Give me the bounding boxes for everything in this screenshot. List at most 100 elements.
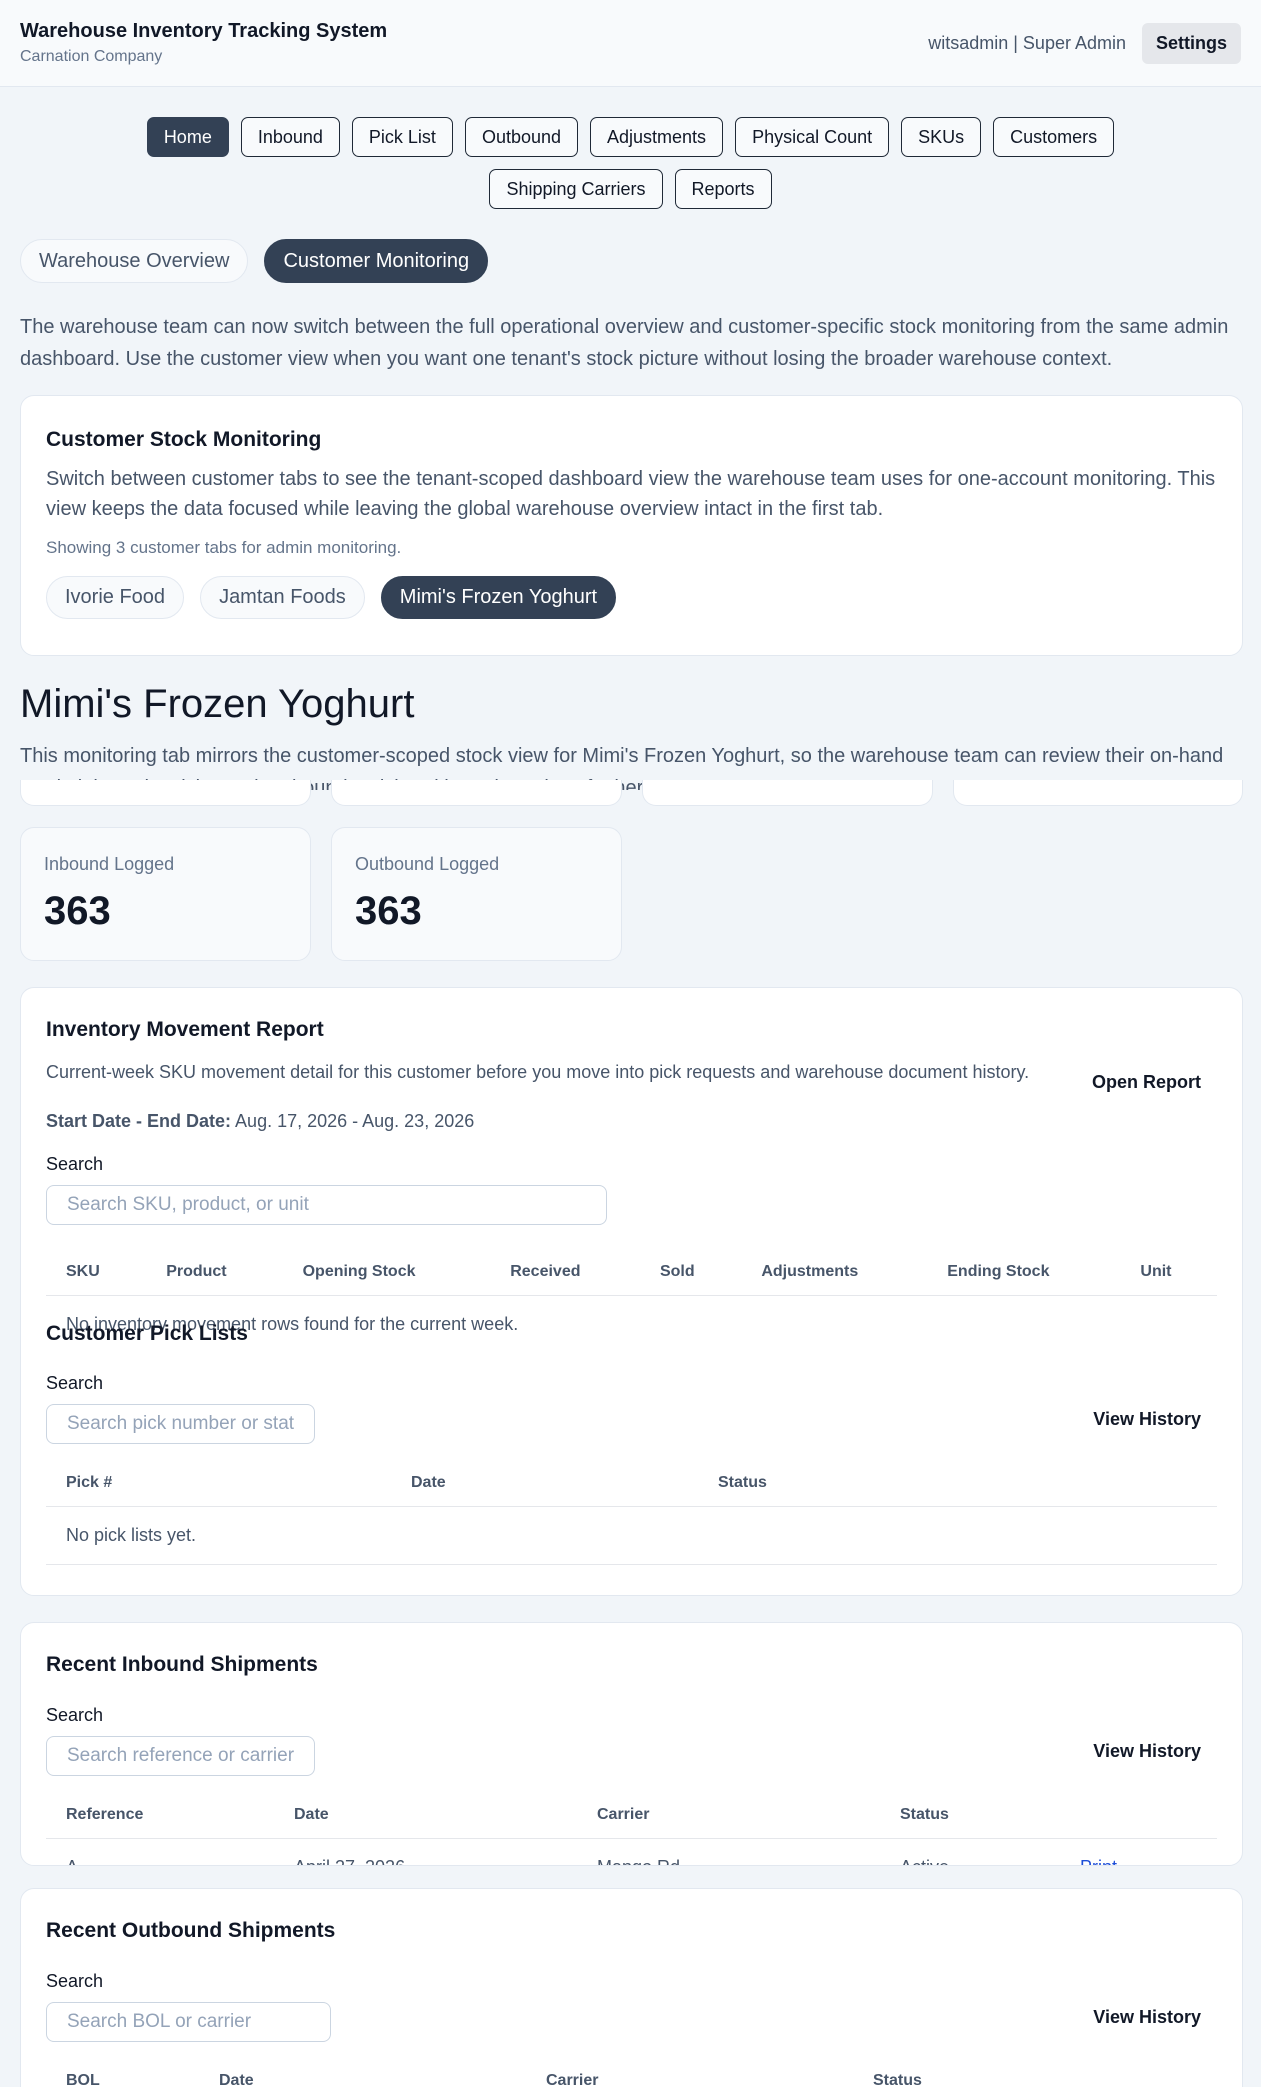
col-received: Received (490, 1249, 640, 1296)
stat-card-stub (20, 780, 311, 806)
tab-customer-monitoring[interactable]: Customer Monitoring (264, 239, 489, 283)
outbound-view-history-link[interactable]: View History (1093, 2007, 1201, 2028)
stat-label: Outbound Logged (355, 854, 500, 874)
nav-shipping-carriers[interactable]: Shipping Carriers (489, 169, 663, 209)
header-right: witsadmin | Super Admin Settings (928, 22, 1241, 64)
outbound-table: BOL Date Carrier Status (46, 2058, 1217, 2087)
stat-card-stub (953, 780, 1243, 806)
col-status: Status (880, 1792, 1060, 1839)
customer-tabs: Ivorie Food Jamtan Foods Mimi's Frozen Y… (46, 576, 1217, 619)
table-header-row: Reference Date Carrier Status (46, 1792, 1217, 1839)
csm-meta: Showing 3 customer tabs for admin monito… (46, 538, 402, 557)
col-date: Date (274, 1792, 577, 1839)
col-status: Status (853, 2058, 1217, 2087)
customer-tab-jamtan-foods[interactable]: Jamtan Foods (200, 576, 365, 619)
recent-inbound-card: Recent Inbound Shipments Search View His… (20, 1622, 1243, 1866)
recent-outbound-card: Recent Outbound Shipments Search View Hi… (20, 1888, 1243, 2087)
intro-text: The warehouse team can now switch betwee… (20, 316, 1229, 370)
stat-card-stub (642, 780, 933, 806)
picklists-table: Pick # Date Status No pick lists yet. (46, 1460, 1217, 1565)
col-reference: Reference (46, 1792, 274, 1839)
table-row: No pick lists yet. (46, 1506, 1217, 1565)
table-row: A April 27, 2026 Mango Rd Active Print (46, 1838, 1217, 1865)
cell-status: Active (880, 1838, 1060, 1865)
col-adjustments: Adjustments (741, 1249, 928, 1296)
col-status: Status (698, 1460, 1217, 1507)
outbound-search-label: Search (46, 1971, 104, 1991)
settings-button[interactable]: Settings (1141, 22, 1241, 64)
company-name: Carnation Company (20, 48, 163, 65)
date-value: Aug. 17, 2026 - Aug. 23, 2026 (235, 1111, 475, 1131)
user-info: witsadmin | Super Admin (928, 32, 1126, 53)
customer-title: Mimi's Frozen Yoghurt (20, 682, 415, 726)
top-header: Warehouse Inventory Tracking System Carn… (0, 0, 1261, 87)
stat-value: 363 (355, 889, 422, 933)
nav-customers[interactable]: Customers (993, 117, 1115, 157)
table-header-row: Pick # Date Status (46, 1460, 1217, 1507)
inbound-table: Reference Date Carrier Status A April 27… (46, 1792, 1217, 1865)
col-product: Product (146, 1249, 283, 1296)
brand: Warehouse Inventory Tracking System Carn… (20, 20, 387, 66)
view-tabs: Warehouse Overview Customer Monitoring (0, 209, 1261, 283)
app-title: Warehouse Inventory Tracking System (20, 20, 388, 42)
inbound-search-row: View History (46, 1726, 1217, 1776)
outbound-search-input[interactable] (46, 2002, 331, 2042)
customer-tab-mimis-frozen-yoghurt[interactable]: Mimi's Frozen Yoghurt (380, 576, 617, 619)
inbound-view-history-link[interactable]: View History (1093, 1741, 1201, 1762)
main-nav: Home Inbound Pick List Outbound Adjustme… (0, 87, 1261, 209)
customer-stock-monitoring-card: Customer Stock Monitoring Switch between… (20, 395, 1243, 656)
nav-pick-list[interactable]: Pick List (351, 117, 453, 157)
cell-carrier: Mango Rd (577, 1838, 880, 1865)
movement-search-label: Search (46, 1154, 104, 1174)
col-sku: SKU (46, 1249, 147, 1296)
col-bol: BOL (46, 2058, 199, 2087)
stat-label: Inbound Logged (44, 854, 175, 874)
outbound-title: Recent Outbound Shipments (46, 1919, 336, 1942)
col-pick-number: Pick # (46, 1460, 391, 1507)
col-date: Date (391, 1460, 698, 1507)
movement-search-input[interactable] (46, 1185, 607, 1225)
picklists-search-input[interactable] (46, 1404, 315, 1444)
csm-description: Switch between customer tabs to see the … (46, 468, 1216, 520)
customer-tab-ivorie-food[interactable]: Ivorie Food (46, 576, 185, 619)
movement-desc-row: Current-week SKU movement detail for thi… (46, 1042, 1217, 1093)
nav-skus[interactable]: SKUs (901, 117, 982, 157)
open-report-link[interactable]: Open Report (1092, 1072, 1201, 1093)
col-ending-stock: Ending Stock (927, 1249, 1121, 1296)
col-carrier: Carrier (577, 1792, 880, 1839)
picklists-empty-text: No pick lists yet. (46, 1506, 1217, 1565)
cell-date: April 27, 2026 (274, 1838, 577, 1865)
nav-outbound[interactable]: Outbound (464, 117, 579, 157)
col-actions (1060, 1792, 1217, 1839)
stat-value: 363 (44, 889, 111, 933)
picklists-search-row: View History (46, 1394, 1217, 1444)
picklists-title: Customer Pick Lists (46, 1322, 248, 1345)
inbound-search-input[interactable] (46, 1736, 315, 1776)
picklists-search-label: Search (46, 1373, 104, 1393)
stat-card-inbound: Inbound Logged 363 (20, 827, 311, 961)
nav-home[interactable]: Home (146, 117, 229, 157)
tab-warehouse-overview[interactable]: Warehouse Overview (20, 239, 249, 283)
csm-title: Customer Stock Monitoring (46, 428, 322, 451)
nav-reports[interactable]: Reports (674, 169, 772, 209)
date-label: Start Date - End Date: (46, 1111, 232, 1131)
picklists-view-history-link[interactable]: View History (1093, 1409, 1201, 1430)
table-header-row: BOL Date Carrier Status (46, 2058, 1217, 2087)
col-opening-stock: Opening Stock (282, 1249, 491, 1296)
table-header-row: SKU Product Opening Stock Received Sold … (46, 1249, 1217, 1296)
picklists-section: Search View History Pick # Date Status N… (46, 1351, 1217, 1565)
print-link[interactable]: Print (1060, 1838, 1217, 1865)
nav-physical-count[interactable]: Physical Count (735, 117, 890, 157)
movement-dates: Start Date - End Date: Aug. 17, 2026 - A… (46, 1111, 1217, 1132)
col-carrier: Carrier (526, 2058, 853, 2087)
inventory-movement-card: Inventory Movement Report Current-week S… (20, 987, 1243, 1596)
nav-inbound[interactable]: Inbound (240, 117, 340, 157)
movement-description: Current-week SKU movement detail for thi… (46, 1062, 1030, 1082)
stat-card-outbound: Outbound Logged 363 (331, 827, 622, 961)
movement-title: Inventory Movement Report (46, 1018, 324, 1041)
inbound-search-label: Search (46, 1705, 104, 1725)
col-date: Date (199, 2058, 526, 2087)
inbound-title: Recent Inbound Shipments (46, 1653, 318, 1676)
nav-adjustments[interactable]: Adjustments (590, 117, 724, 157)
col-sold: Sold (639, 1249, 742, 1296)
